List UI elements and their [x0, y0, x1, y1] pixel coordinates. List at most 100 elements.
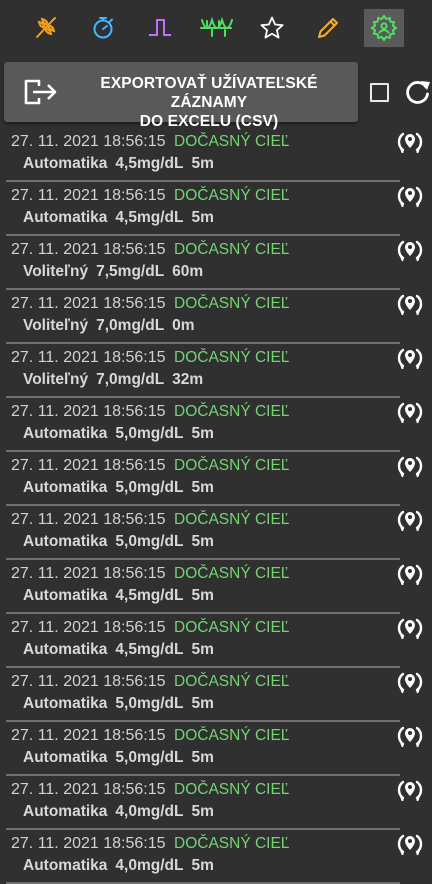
- favorites-tab-button[interactable]: [252, 9, 292, 47]
- entry-value: 5,0mg/dL: [115, 479, 184, 496]
- location-sync-icon: [397, 617, 423, 646]
- list-item[interactable]: 27. 11. 2021 18:56:15 DOČASNÝ CIEĽ Voliteľ…: [0, 290, 432, 344]
- list-item[interactable]: 27. 11. 2021 18:56:15 DOČASNÝ CIEĽ Automat…: [0, 722, 432, 776]
- entry-type: DOČASNÝ CIEĽ: [174, 835, 290, 852]
- list-item[interactable]: 27. 11. 2021 18:56:15 DOČASNÝ CIEĽ Automat…: [0, 830, 432, 884]
- entry-details: Automatika 4,0mg/dL 5m: [23, 857, 222, 875]
- entry-details: Automatika 5,0mg/dL 5m: [23, 425, 222, 443]
- cgm-tab-button[interactable]: [196, 9, 236, 47]
- entry-duration: 5m: [191, 749, 214, 766]
- wheat-icon: [36, 17, 56, 38]
- entry-reason: Automatika: [23, 587, 108, 604]
- entry-details: Automatika 5,0mg/dL 5m: [23, 479, 222, 497]
- list-item[interactable]: 27. 11. 2021 18:56:15 DOČASNÝ CIEĽ Automat…: [0, 560, 432, 614]
- entry-duration: 5m: [191, 857, 214, 874]
- entry-type: DOČASNÝ CIEĽ: [174, 133, 290, 150]
- list-item[interactable]: 27. 11. 2021 18:56:15 DOČASNÝ CIEĽ Automat…: [0, 452, 432, 506]
- entry-type: DOČASNÝ CIEĽ: [174, 781, 290, 798]
- export-row: EXPORTOVAŤ UŽÍVATEĽSKÉ ZÁZNAMY DO EXCELU…: [0, 56, 432, 130]
- entry-details: Voliteľný 7,0mg/dL 32m: [23, 371, 211, 389]
- export-label-line1: EXPORTOVAŤ UŽÍVATEĽSKÉ ZÁZNAMY: [100, 75, 318, 111]
- entry-details: Automatika 5,0mg/dL 5m: [23, 533, 222, 551]
- entry-type: DOČASNÝ CIEĽ: [174, 673, 290, 690]
- location-sync-icon: [397, 293, 423, 322]
- entry-type: DOČASNÝ CIEĽ: [174, 349, 290, 366]
- treatments-tab-button[interactable]: [25, 9, 65, 47]
- entry-duration: 5m: [191, 209, 214, 226]
- entry-type: DOČASNÝ CIEĽ: [174, 295, 290, 312]
- entry-date: 27. 11. 2021 18:56:15: [11, 349, 166, 366]
- list-item[interactable]: 27. 11. 2021 18:56:15 DOČASNÝ CIEĽ Automat…: [0, 182, 432, 236]
- location-sync-icon: [397, 563, 423, 592]
- export-icon: [24, 79, 57, 105]
- entry-duration: 5m: [191, 533, 214, 550]
- entry-date: 27. 11. 2021 18:56:15: [11, 187, 166, 204]
- list-item[interactable]: 27. 11. 2021 18:56:15 DOČASNÝ CIEĽ Automat…: [0, 614, 432, 668]
- entry-value: 5,0mg/dL: [115, 533, 184, 550]
- list-item[interactable]: 27. 11. 2021 18:56:15 DOČASNÝ CIEĽ Automat…: [0, 668, 432, 722]
- entry-reason: Automatika: [23, 209, 108, 226]
- entry-duration: 5m: [191, 803, 214, 820]
- temp-basal-tab-button[interactable]: [140, 9, 180, 47]
- entry-date: 27. 11. 2021 18:56:15: [11, 133, 166, 150]
- location-sync-icon: [397, 779, 423, 808]
- extended-carbs-tab-button[interactable]: [83, 9, 123, 47]
- entry-duration: 5m: [191, 479, 214, 496]
- list-item[interactable]: 27. 11. 2021 18:56:15 DOČASNÝ CIEĽ Automat…: [0, 398, 432, 452]
- entry-details: Voliteľný 7,5mg/dL 60m: [23, 263, 211, 281]
- entry-duration: 5m: [191, 425, 214, 442]
- list-item[interactable]: 27. 11. 2021 18:56:15 DOČASNÝ CIEĽ Automat…: [0, 506, 432, 560]
- entry-reason: Automatika: [23, 479, 108, 496]
- user-entry-list: 27. 11. 2021 18:56:15 DOČASNÝ CIEĽ Automat…: [0, 128, 432, 884]
- entry-value: 4,5mg/dL: [115, 209, 184, 226]
- location-sync-icon: [397, 347, 423, 376]
- entry-reason: Automatika: [23, 155, 108, 172]
- entry-reason: Automatika: [23, 857, 108, 874]
- entry-duration: 60m: [172, 263, 204, 280]
- list-item[interactable]: 27. 11. 2021 18:56:15 DOČASNÝ CIEĽ Voliteľ…: [0, 344, 432, 398]
- location-sync-icon: [397, 509, 423, 538]
- entry-value: 4,5mg/dL: [115, 641, 184, 658]
- list-item[interactable]: 27. 11. 2021 18:56:15 DOČASNÝ CIEĽ Automat…: [0, 776, 432, 830]
- export-button-label: EXPORTOVAŤ UŽÍVATEĽSKÉ ZÁZNAMY DO EXCELU…: [64, 74, 354, 131]
- user-entries-tab-button[interactable]: [364, 9, 404, 47]
- entry-date: 27. 11. 2021 18:56:15: [11, 619, 166, 636]
- list-item[interactable]: 27. 11. 2021 18:56:15 DOČASNÝ CIEĽ Voliteľ…: [0, 236, 432, 290]
- entry-duration: 32m: [172, 371, 204, 388]
- location-sync-icon: [397, 401, 423, 430]
- notes-tab-button[interactable]: [308, 9, 348, 47]
- entry-type: DOČASNÝ CIEĽ: [174, 565, 290, 582]
- list-item[interactable]: 27. 11. 2021 18:56:15 DOČASNÝ CIEĽ Automat…: [0, 128, 432, 182]
- entry-details: Automatika 5,0mg/dL 5m: [23, 749, 222, 767]
- entry-type: DOČASNÝ CIEĽ: [174, 457, 290, 474]
- location-sync-icon: [397, 455, 423, 484]
- entry-duration: 5m: [191, 155, 214, 172]
- entry-value: 7,0mg/dL: [96, 371, 165, 388]
- pencil-icon: [318, 18, 338, 38]
- entry-value: 4,5mg/dL: [115, 587, 184, 604]
- location-sync-icon: [397, 239, 423, 268]
- entry-type: DOČASNÝ CIEĽ: [174, 727, 290, 744]
- entry-details: Automatika 4,5mg/dL 5m: [23, 587, 222, 605]
- entry-value: 7,5mg/dL: [96, 263, 165, 280]
- entry-type: DOČASNÝ CIEĽ: [174, 187, 290, 204]
- star-icon: [260, 16, 284, 39]
- entry-reason: Voliteľný: [23, 371, 89, 388]
- entry-reason: Automatika: [23, 641, 108, 658]
- entry-details: Automatika 4,5mg/dL 5m: [23, 641, 222, 659]
- entry-value: 4,5mg/dL: [115, 155, 184, 172]
- entry-date: 27. 11. 2021 18:56:15: [11, 835, 166, 852]
- entry-duration: 0m: [172, 317, 195, 334]
- export-csv-button[interactable]: EXPORTOVAŤ UŽÍVATEĽSKÉ ZÁZNAMY DO EXCELU…: [4, 62, 358, 130]
- cgm-wave-icon: [200, 16, 233, 37]
- entry-reason: Voliteľný: [23, 317, 89, 334]
- show-invalidated-checkbox[interactable]: [370, 83, 389, 102]
- entry-details: Automatika 5,0mg/dL 5m: [23, 695, 222, 713]
- entry-type: DOČASNÝ CIEĽ: [174, 403, 290, 420]
- refresh-icon[interactable]: [403, 78, 432, 107]
- entry-reason: Automatika: [23, 425, 108, 442]
- location-sync-icon: [397, 833, 423, 862]
- entry-reason: Automatika: [23, 695, 108, 712]
- location-sync-icon: [397, 131, 423, 160]
- entry-duration: 5m: [191, 587, 214, 604]
